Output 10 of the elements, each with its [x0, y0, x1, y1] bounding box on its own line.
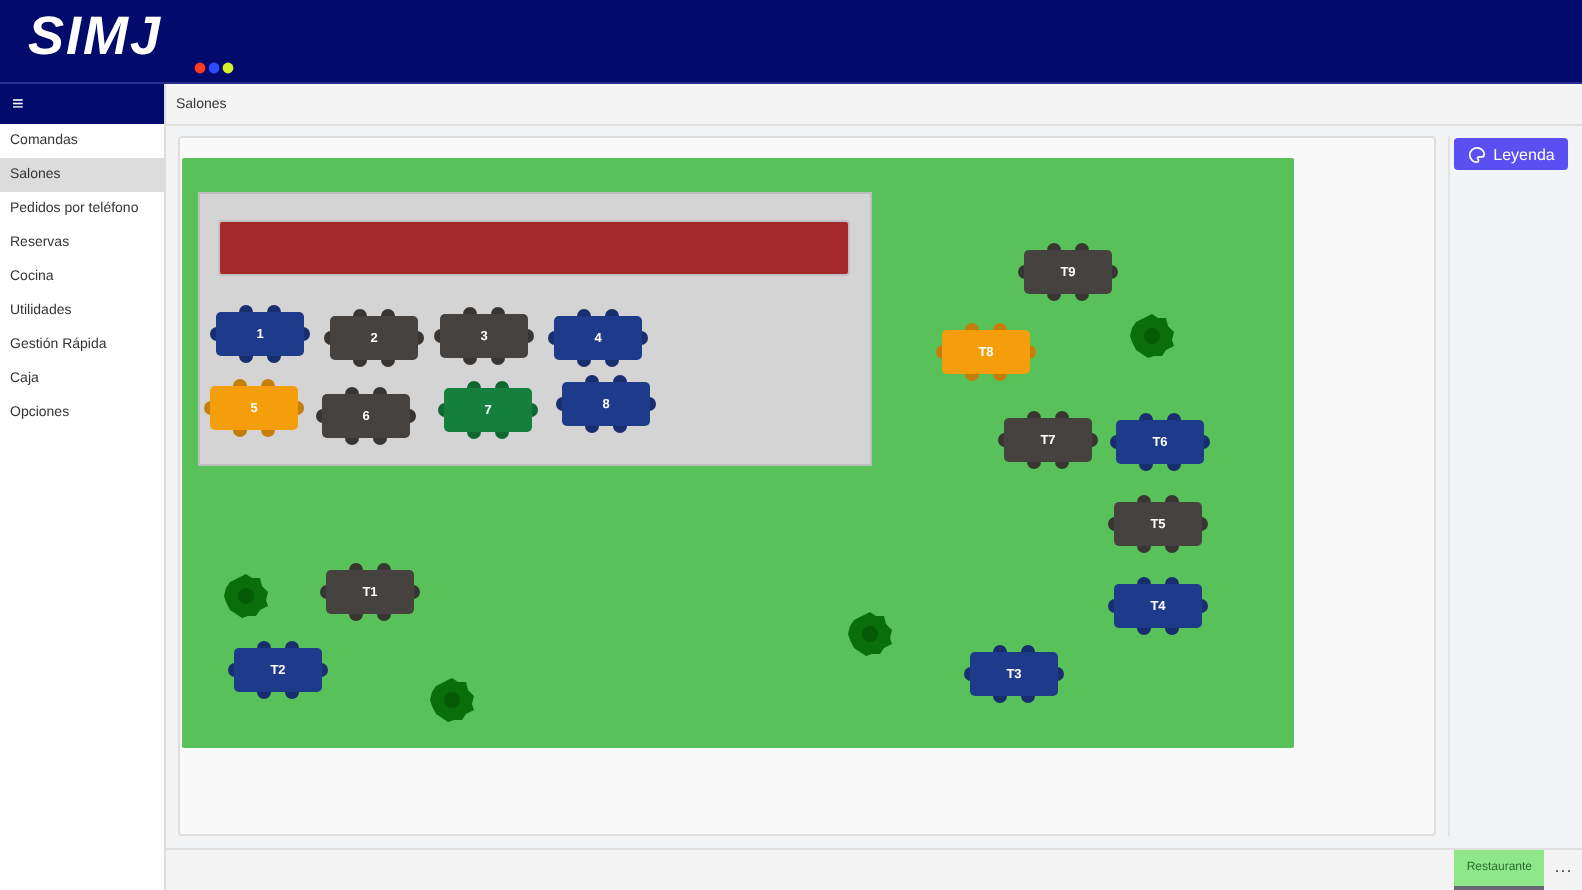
- more-button[interactable]: ···: [1550, 850, 1576, 890]
- plant-icon: [846, 610, 894, 658]
- menu-button[interactable]: ≡: [0, 84, 164, 124]
- legend-button[interactable]: Leyenda: [1454, 138, 1568, 170]
- plant-icon: [1128, 312, 1176, 360]
- plant-icon: [222, 572, 270, 620]
- palette-icon: [1467, 145, 1486, 163]
- plant-icon: [428, 676, 476, 724]
- logo: SIMJ: [28, 7, 165, 63]
- logo-dots-icon: [194, 61, 234, 73]
